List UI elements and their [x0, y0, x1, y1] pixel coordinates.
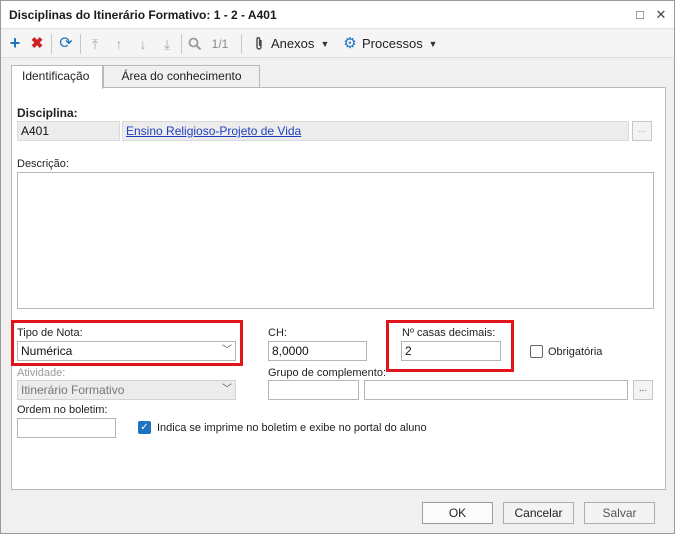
casas-decimais-field[interactable]: 2: [401, 341, 501, 361]
anexos-menu[interactable]: Anexos: [271, 34, 315, 54]
chevron-down-icon[interactable]: ▼: [427, 34, 439, 54]
disciplina-lookup-button[interactable]: ...: [632, 121, 652, 141]
last-icon[interactable]: ⤓: [159, 34, 175, 54]
grupo-complemento-label: Grupo de complemento:: [268, 367, 387, 379]
processos-menu[interactable]: Processos: [362, 34, 424, 54]
restore-button[interactable]: □: [631, 6, 649, 24]
ch-field[interactable]: 8,0000: [268, 341, 367, 361]
casas-decimais-label: Nº casas decimais:: [402, 327, 496, 339]
atividade-value: Itinerário Formativo: [21, 383, 125, 397]
atividade-select: Itinerário Formativo ﹀: [17, 380, 236, 400]
tab-identificacao[interactable]: Identificação: [11, 65, 103, 89]
tipo-nota-value: Numérica: [21, 344, 73, 358]
first-icon[interactable]: ⤒: [87, 34, 103, 54]
disciplina-label: Disciplina:: [17, 106, 78, 120]
save-button[interactable]: Salvar: [584, 502, 655, 524]
next-icon[interactable]: ↓: [135, 34, 151, 54]
grupo-complemento-lookup-button[interactable]: ...: [633, 380, 653, 400]
atividade-label: Atividade:: [17, 367, 66, 379]
tab-area-conhecimento[interactable]: Área do conhecimento: [103, 65, 260, 88]
ordem-boletim-label: Ordem no boletim:: [17, 404, 108, 416]
obrigatoria-label: Obrigatória: [548, 346, 603, 358]
imprime-boletim-checkbox[interactable]: ✓: [138, 421, 151, 434]
tipo-nota-select[interactable]: Numérica ﹀: [17, 341, 236, 361]
gear-icon[interactable]: ⚙: [342, 34, 358, 54]
tab-panel-identificacao: Disciplina: A401 Ensino Religioso-Projet…: [11, 87, 666, 490]
chevron-down-icon: ﹀: [222, 384, 232, 395]
toolbar-separator: [51, 34, 52, 54]
toolbar: + ✖ ⟳ ⤒ ↑ ↓ ⤓ 1/1 Anexos ▼ ⚙ Processos ▼: [1, 30, 674, 58]
page-indicator: 1/1: [211, 37, 229, 51]
descricao-label: Descrição:: [17, 158, 69, 170]
refresh-icon[interactable]: ⟳: [57, 34, 75, 54]
search-icon[interactable]: [186, 34, 204, 54]
grupo-complemento-code-field[interactable]: [268, 380, 359, 400]
descricao-textarea[interactable]: [17, 172, 654, 309]
window-title: Disciplinas do Itinerário Formativo: 1 -…: [9, 8, 277, 22]
previous-icon[interactable]: ↑: [111, 34, 127, 54]
obrigatoria-checkbox[interactable]: [530, 345, 543, 358]
dialog-window: Disciplinas do Itinerário Formativo: 1 -…: [0, 0, 675, 534]
grupo-complemento-name-field[interactable]: [364, 380, 628, 400]
toolbar-separator: [181, 34, 182, 54]
cancel-button[interactable]: Cancelar: [503, 502, 574, 524]
title-bar: Disciplinas do Itinerário Formativo: 1 -…: [1, 1, 674, 29]
paperclip-icon[interactable]: [252, 34, 266, 54]
dialog-footer: OK Cancelar Salvar: [1, 497, 674, 533]
add-icon[interactable]: +: [7, 34, 23, 54]
toolbar-separator: [241, 34, 242, 54]
chevron-down-icon: ﹀: [222, 345, 232, 356]
ch-label: CH:: [268, 327, 287, 339]
disciplina-name-link[interactable]: Ensino Religioso-Projeto de Vida: [126, 124, 301, 138]
close-button[interactable]: ✕: [652, 6, 670, 24]
tipo-nota-label: Tipo de Nota:: [17, 327, 83, 339]
chevron-down-icon[interactable]: ▼: [319, 34, 331, 54]
toolbar-separator: [80, 34, 81, 54]
disciplina-name-field: Ensino Religioso-Projeto de Vida: [122, 121, 629, 141]
ordem-boletim-field[interactable]: [17, 418, 116, 438]
imprime-boletim-label: Indica se imprime no boletim e exibe no …: [157, 422, 427, 434]
ok-button[interactable]: OK: [422, 502, 493, 524]
disciplina-code-field: A401: [17, 121, 120, 141]
delete-icon[interactable]: ✖: [29, 34, 45, 54]
